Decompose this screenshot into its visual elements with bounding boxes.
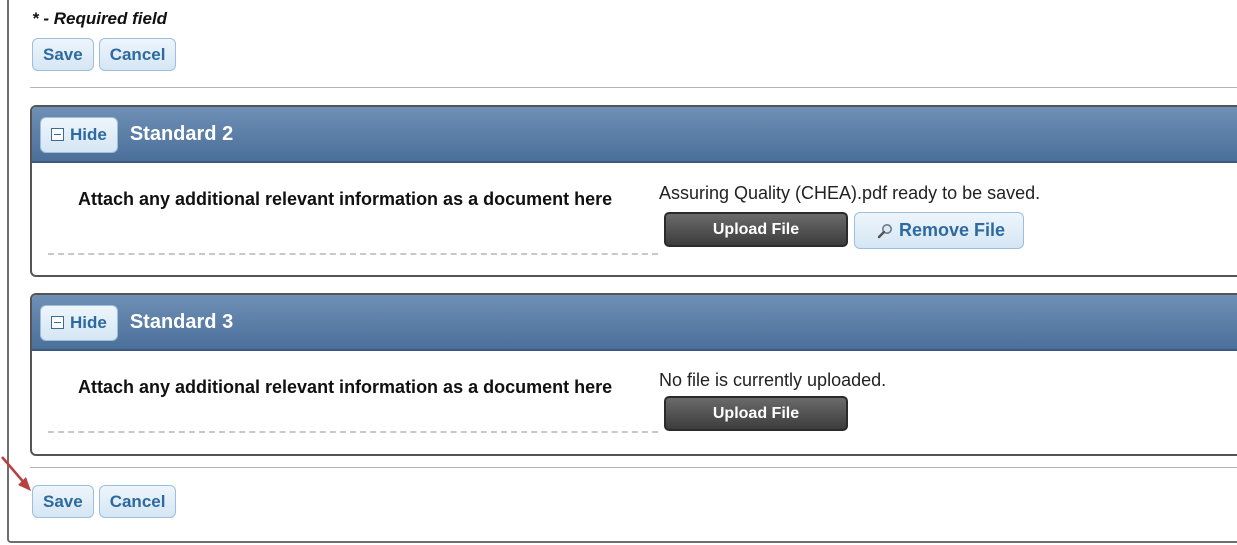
panel-header: Hide Standard 3	[32, 295, 1237, 351]
panel-title: Standard 3	[129, 310, 234, 333]
panel-body: Attach any additional relevant informati…	[32, 163, 1237, 273]
hide-label: Hide	[70, 312, 107, 332]
remove-file-label: Remove File	[899, 220, 1006, 240]
minus-box-icon	[51, 316, 64, 329]
dashed-separator	[48, 253, 658, 255]
upload-file-button-standard-3[interactable]: Upload File	[664, 396, 848, 431]
file-actions: Upload File Remove File	[664, 212, 1025, 249]
panel-standard-2: Hide Standard 2 Attach any additional re…	[30, 105, 1237, 277]
bottom-button-row: Save Cancel	[32, 485, 177, 518]
panel-body: Attach any additional relevant informati…	[32, 351, 1237, 454]
remove-file-button[interactable]: Remove File	[854, 212, 1025, 249]
file-status-text: No file is currently uploaded.	[659, 370, 887, 390]
divider-top	[30, 87, 1237, 88]
panel-standard-3: Hide Standard 3 Attach any additional re…	[30, 293, 1237, 456]
cancel-button-top[interactable]: Cancel	[98, 38, 177, 71]
upload-file-button-standard-2[interactable]: Upload File	[664, 212, 848, 247]
save-button-bottom[interactable]: Save	[32, 485, 94, 518]
page: * - Required field Save Cancel Hide Stan…	[0, 0, 1237, 545]
hide-label: Hide	[70, 124, 107, 144]
minus-box-icon	[51, 128, 64, 141]
dashed-separator	[48, 431, 658, 433]
panel-title: Standard 2	[129, 122, 234, 145]
top-button-row: Save Cancel	[32, 38, 177, 71]
hide-button-standard-3[interactable]: Hide	[40, 304, 118, 341]
file-status-text: Assuring Quality (CHEA).pdf ready to be …	[659, 183, 1041, 203]
attachment-field-label: Attach any additional relevant informati…	[78, 189, 613, 209]
save-button-top[interactable]: Save	[32, 38, 94, 71]
attachment-field-label: Attach any additional relevant informati…	[78, 377, 613, 397]
magnifier-icon	[877, 223, 892, 238]
cancel-button-bottom[interactable]: Cancel	[98, 485, 177, 518]
divider-bottom	[30, 467, 1237, 468]
hide-button-standard-2[interactable]: Hide	[40, 116, 118, 153]
file-actions: Upload File	[664, 396, 848, 431]
arrow-icon	[1, 456, 31, 491]
required-field-note: * - Required field	[32, 9, 168, 28]
panel-header: Hide Standard 2	[32, 107, 1237, 163]
